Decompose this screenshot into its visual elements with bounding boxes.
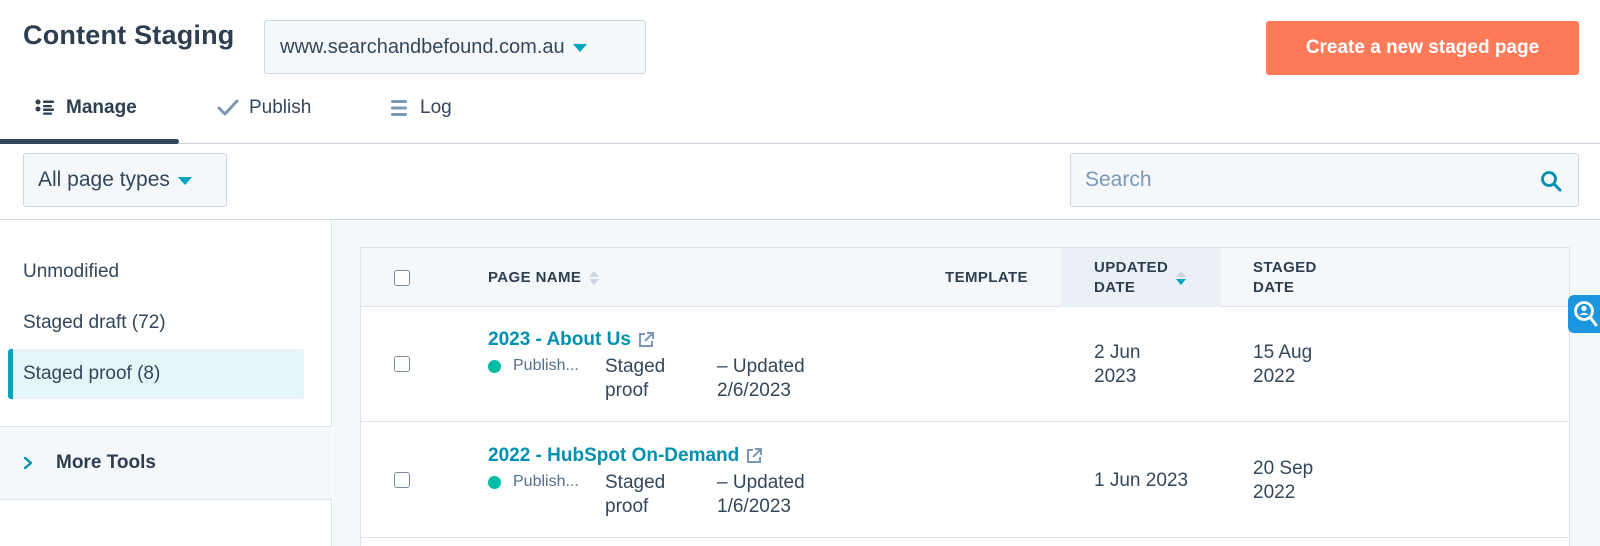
sidebar-item-staged-draft[interactable]: Staged draft (72)	[8, 298, 304, 348]
external-link-icon[interactable]	[637, 331, 655, 349]
column-header-updated-date[interactable]: UPDATED DATE	[1061, 248, 1221, 307]
publish-status: Publish...	[513, 357, 579, 374]
updated-note: – Updated 2/6/2023	[717, 356, 805, 401]
sort-icon	[589, 270, 600, 285]
domain-select-value: www.searchandbefound.com.au	[280, 35, 565, 58]
sidebar-item-label: Staged draft (72)	[23, 312, 166, 333]
search-icon[interactable]	[1540, 170, 1562, 192]
updated-date: 1 Jun 2023	[1094, 470, 1189, 491]
table-row: 2023 - About Us Publish... Staged proof –…	[361, 307, 1569, 422]
tab-publish[interactable]: Publish	[217, 88, 311, 144]
staged-pages-table: PAGE NAME TEMPLATE UPDATED DATE STAGED DAT…	[360, 247, 1570, 546]
status-dot-icon	[488, 476, 501, 489]
column-header-label: STAGED DATE	[1253, 258, 1317, 296]
search-field[interactable]	[1070, 153, 1579, 207]
column-header-label: UPDATED DATE	[1094, 258, 1169, 296]
menu-lines-icon	[388, 97, 410, 119]
publish-status: Publish...	[513, 473, 579, 490]
sidebar-item-unmodified[interactable]: Unmodified	[8, 247, 304, 297]
sidebar-item-staged-proof[interactable]: Staged proof (8)	[8, 349, 304, 399]
page-name-text: 2023 - About Us	[488, 329, 631, 350]
create-staged-page-button[interactable]: Create a new staged page	[1266, 21, 1579, 75]
sidebar-item-label: Unmodified	[23, 261, 120, 282]
page-name-link[interactable]: 2022 - HubSpot On-Demand	[488, 445, 763, 467]
list-bullets-icon	[34, 97, 56, 119]
table-row: 2022 - HubSpot On-Demand Publish... Stag…	[361, 423, 1569, 538]
staged-state: Staged proof	[605, 472, 666, 517]
sort-descending-icon	[1176, 270, 1187, 285]
staged-date: 20 Sep 2022	[1253, 458, 1314, 503]
tab-manage[interactable]: Manage	[34, 88, 137, 144]
page-title: Content Staging	[23, 20, 235, 50]
more-tools-toggle[interactable]: More Tools	[0, 426, 332, 500]
tab-publish-label: Publish	[249, 97, 312, 118]
search-input[interactable]	[1071, 154, 1578, 206]
column-header-staged-date[interactable]: STAGED DATE	[1253, 248, 1317, 307]
staged-state: Staged proof	[605, 356, 666, 401]
active-tab-indicator	[0, 139, 179, 144]
tab-manage-label: Manage	[66, 97, 137, 118]
page-type-select[interactable]: All page types	[23, 153, 227, 207]
table-header: PAGE NAME TEMPLATE UPDATED DATE STAGED DAT…	[361, 248, 1569, 307]
checkmark-icon	[217, 97, 239, 119]
page-status: Publish... Staged proof – Updated 2/6/2023	[488, 355, 805, 403]
tab-log-label: Log	[420, 97, 452, 118]
page-name-link[interactable]: 2023 - About Us	[488, 329, 655, 351]
page-type-select-value: All page types	[38, 168, 170, 191]
select-all-checkbox[interactable]	[394, 270, 410, 286]
assistant-button[interactable]	[1568, 295, 1600, 333]
page-name-text: 2022 - HubSpot On-Demand	[488, 445, 740, 466]
caret-down-icon	[572, 44, 587, 52]
domain-select[interactable]: www.searchandbefound.com.au	[264, 20, 646, 74]
tab-log[interactable]: Log	[388, 88, 452, 144]
column-header-label: PAGE NAME	[488, 268, 582, 286]
search-person-icon	[1574, 301, 1598, 327]
column-header-label: TEMPLATE	[945, 268, 1028, 286]
sidebar: Unmodified Staged draft (72) Staged proo…	[0, 220, 332, 546]
updated-note: – Updated 1/6/2023	[717, 472, 805, 517]
status-dot-icon	[488, 360, 501, 373]
chevron-right-icon	[23, 456, 33, 470]
filter-bar: All page types	[0, 145, 1600, 220]
column-header-template: TEMPLATE	[945, 248, 1028, 307]
column-header-page-name[interactable]: PAGE NAME	[488, 248, 600, 307]
page-status: Publish... Staged proof – Updated 1/6/2023	[488, 471, 805, 519]
row-checkbox[interactable]	[394, 472, 410, 488]
more-tools-label: More Tools	[56, 452, 156, 473]
main-content: PAGE NAME TEMPLATE UPDATED DATE STAGED DAT…	[333, 220, 1600, 546]
caret-down-icon	[177, 177, 192, 185]
staged-date: 15 Aug 2022	[1253, 342, 1313, 387]
sidebar-item-label: Staged proof (8)	[23, 363, 161, 384]
updated-date: 2 Jun 2023	[1094, 342, 1141, 387]
table-scrollbar[interactable]	[1572, 300, 1600, 546]
tab-bar: Manage Publish Log	[0, 88, 1600, 144]
row-checkbox[interactable]	[394, 356, 410, 372]
external-link-icon[interactable]	[745, 447, 763, 465]
